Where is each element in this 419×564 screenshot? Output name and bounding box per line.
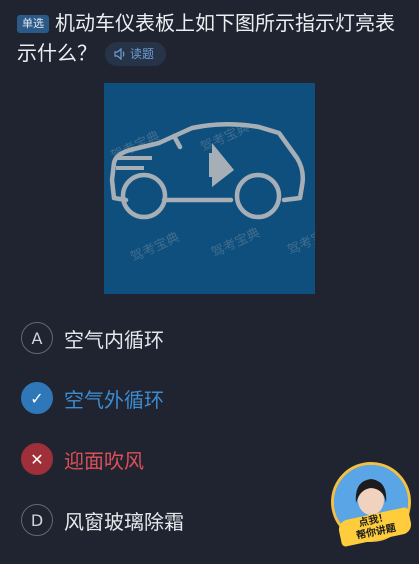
option-d-letter: D xyxy=(21,504,53,536)
question-figure: 驾考宝典 驾考宝典 驾考宝典 驾考宝典 驾考宝典 xyxy=(104,83,339,294)
read-question-label: 读题 xyxy=(130,47,155,61)
check-icon: ✓ xyxy=(21,382,53,414)
question-type-tag: 单选 xyxy=(17,15,49,33)
option-c-text: 迎面吹风 xyxy=(64,448,144,473)
option-a-text: 空气内循环 xyxy=(64,327,164,352)
car-outside-air-circulation-icon: 驾考宝典 驾考宝典 驾考宝典 驾考宝典 驾考宝典 xyxy=(109,120,339,266)
option-b-text: 空气外循环 xyxy=(64,387,164,412)
option-b[interactable]: ✓ 空气外循环 xyxy=(21,382,321,414)
arrow-shape xyxy=(209,143,234,187)
close-icon: ✕ xyxy=(21,443,53,475)
watermark-text: 驾考宝典 xyxy=(129,230,182,266)
question: 单选 机动车仪表板上如下图所示指示灯亮表示什么？ 读题 xyxy=(17,8,407,68)
watermark-text: 驾考宝典 xyxy=(285,223,315,259)
speaker-icon xyxy=(114,47,125,61)
read-question-button[interactable]: 读题 xyxy=(105,42,167,66)
ai-tutor-button[interactable]: 点我！ 帮你讲题 xyxy=(331,462,413,548)
option-d[interactable]: D 风窗玻璃除霜 xyxy=(21,504,321,536)
option-c[interactable]: ✕ 迎面吹风 xyxy=(21,443,321,475)
watermark-text: 驾考宝典 xyxy=(209,226,262,262)
option-d-text: 风窗玻璃除霜 xyxy=(64,509,184,534)
option-a-letter: A xyxy=(21,322,53,354)
option-a[interactable]: A 空气内循环 xyxy=(21,322,321,354)
question-text: 机动车仪表板上如下图所示指示灯亮表示什么？ xyxy=(17,11,395,65)
